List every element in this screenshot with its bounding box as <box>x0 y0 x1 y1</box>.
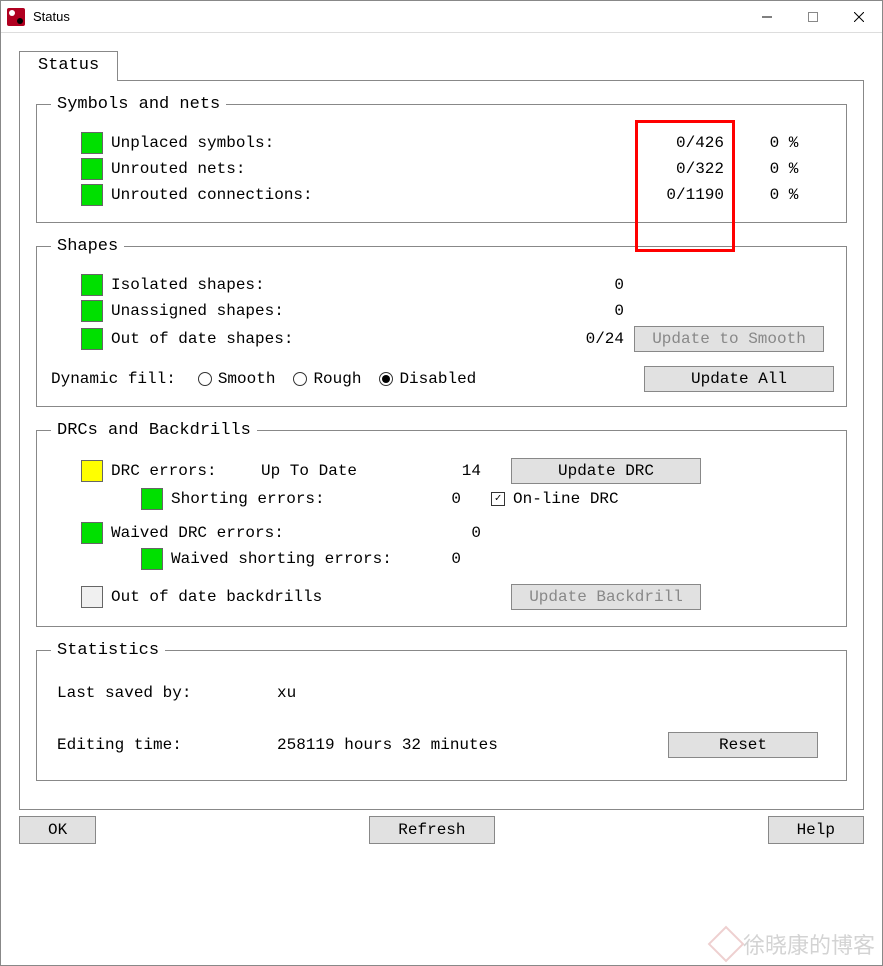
update-all-button[interactable]: Update All <box>644 366 834 392</box>
editing-time-row: Editing time: 258119 hours 32 minutes Re… <box>51 724 834 766</box>
shapes-group: Shapes Isolated shapes: 0 Unassigned sha… <box>36 237 847 407</box>
unplaced-symbols-pct: 0 % <box>734 134 834 152</box>
tab-panel: Symbols and nets Unplaced symbols: 0/426… <box>19 80 864 810</box>
waived-label: Waived DRC errors: <box>111 524 421 542</box>
drcs-group: DRCs and Backdrills DRC errors: Up To Da… <box>36 421 847 627</box>
drc-status: Up To Date <box>261 462 421 480</box>
help-button[interactable]: Help <box>768 816 864 844</box>
shorting-label: Shorting errors: <box>171 490 401 508</box>
unassigned-shapes-row: Unassigned shapes: 0 <box>51 298 834 324</box>
unplaced-symbols-label: Unplaced symbols: <box>111 134 624 152</box>
status-indicator-icon[interactable] <box>141 488 163 510</box>
status-indicator-icon[interactable] <box>81 132 103 154</box>
titlebar: Status <box>1 1 882 33</box>
saved-by-label: Last saved by: <box>57 684 277 702</box>
waived-shorting-row: Waived shorting errors: 0 <box>51 546 834 572</box>
unassigned-shapes-value: 0 <box>524 302 634 320</box>
drc-errors-value: 14 <box>421 462 491 480</box>
status-indicator-icon[interactable] <box>81 274 103 296</box>
watermark-icon <box>708 926 745 963</box>
ood-shapes-label: Out of date shapes: <box>111 330 524 348</box>
status-indicator-icon[interactable] <box>81 300 103 322</box>
content: Status Symbols and nets Unplaced symbols… <box>1 33 882 860</box>
radio-smooth[interactable]: Smooth <box>198 370 276 388</box>
status-indicator-icon[interactable] <box>81 184 103 206</box>
radio-icon <box>379 372 393 386</box>
unrouted-connections-label: Unrouted connections: <box>111 186 624 204</box>
status-indicator-icon[interactable] <box>81 522 103 544</box>
unrouted-nets-value: 0/322 <box>624 160 734 178</box>
radio-icon <box>293 372 307 386</box>
isolated-shapes-value: 0 <box>524 276 634 294</box>
shorting-row: Shorting errors: 0 ✓ On-line DRC <box>51 486 834 512</box>
dynamic-fill-row: Dynamic fill: Smooth Rough Disabled Upda… <box>51 366 834 392</box>
refresh-button[interactable]: Refresh <box>369 816 494 844</box>
maximize-button[interactable] <box>790 1 836 32</box>
waived-drc-row: Waived DRC errors: 0 <box>51 520 834 546</box>
saved-by-row: Last saved by: xu <box>51 676 834 710</box>
tab-status[interactable]: Status <box>19 51 118 81</box>
close-button[interactable] <box>836 1 882 32</box>
saved-by-value: xu <box>277 684 668 702</box>
isolated-shapes-row: Isolated shapes: 0 <box>51 272 834 298</box>
dynamic-fill-label: Dynamic fill: <box>51 370 176 388</box>
radio-icon <box>198 372 212 386</box>
update-backdrill-button[interactable]: Update Backdrill <box>511 584 701 610</box>
isolated-shapes-label: Isolated shapes: <box>111 276 524 294</box>
status-indicator-icon[interactable] <box>81 328 103 350</box>
drcs-legend: DRCs and Backdrills <box>51 421 257 440</box>
online-drc-label: On-line DRC <box>513 490 619 508</box>
status-indicator-icon[interactable] <box>81 158 103 180</box>
backdrill-label: Out of date backdrills <box>111 588 491 606</box>
ok-button[interactable]: OK <box>19 816 96 844</box>
symbols-nets-group: Symbols and nets Unplaced symbols: 0/426… <box>36 95 847 223</box>
unrouted-connections-value: 0/1190 <box>624 186 734 204</box>
radio-disabled[interactable]: Disabled <box>379 370 476 388</box>
window-controls <box>744 1 882 32</box>
waived-shorting-value: 0 <box>401 550 471 568</box>
app-icon <box>7 8 25 26</box>
shapes-legend: Shapes <box>51 237 124 256</box>
statistics-legend: Statistics <box>51 641 165 660</box>
update-to-smooth-button[interactable]: Update to Smooth <box>634 326 824 352</box>
status-indicator-icon[interactable] <box>81 460 103 482</box>
window-title: Status <box>33 9 744 24</box>
ood-shapes-row: Out of date shapes: 0/24 Update to Smoot… <box>51 324 834 354</box>
online-drc-checkbox[interactable]: ✓ <box>491 492 505 506</box>
ood-shapes-value: 0/24 <box>524 330 634 348</box>
unassigned-shapes-label: Unassigned shapes: <box>111 302 524 320</box>
backdrill-row: Out of date backdrills Update Backdrill <box>51 582 834 612</box>
unrouted-nets-label: Unrouted nets: <box>111 160 624 178</box>
update-drc-button[interactable]: Update DRC <box>511 458 701 484</box>
unrouted-nets-row: Unrouted nets: 0/322 0 % <box>51 156 834 182</box>
unrouted-connections-pct: 0 % <box>734 186 834 204</box>
statistics-group: Statistics Last saved by: xu Editing tim… <box>36 641 847 781</box>
unplaced-symbols-row: Unplaced symbols: 0/426 0 % <box>51 130 834 156</box>
status-indicator-icon[interactable] <box>81 586 103 608</box>
waived-value: 0 <box>421 524 491 542</box>
drc-errors-label: DRC errors: <box>111 462 261 480</box>
drc-errors-row: DRC errors: Up To Date 14 Update DRC <box>51 456 834 486</box>
unrouted-nets-pct: 0 % <box>734 160 834 178</box>
watermark: 徐晓康的博客 <box>713 928 875 960</box>
radio-rough[interactable]: Rough <box>293 370 361 388</box>
shorting-value: 0 <box>401 490 471 508</box>
unrouted-connections-row: Unrouted connections: 0/1190 0 % <box>51 182 834 208</box>
status-indicator-icon[interactable] <box>141 548 163 570</box>
editing-time-value: 258119 hours 32 minutes <box>277 736 668 754</box>
unplaced-symbols-value: 0/426 <box>624 134 734 152</box>
editing-time-label: Editing time: <box>57 736 277 754</box>
waived-shorting-label: Waived shorting errors: <box>171 550 401 568</box>
symbols-nets-legend: Symbols and nets <box>51 95 226 114</box>
reset-button[interactable]: Reset <box>668 732 818 758</box>
minimize-button[interactable] <box>744 1 790 32</box>
dialog-buttons: OK Refresh Help <box>19 816 864 844</box>
